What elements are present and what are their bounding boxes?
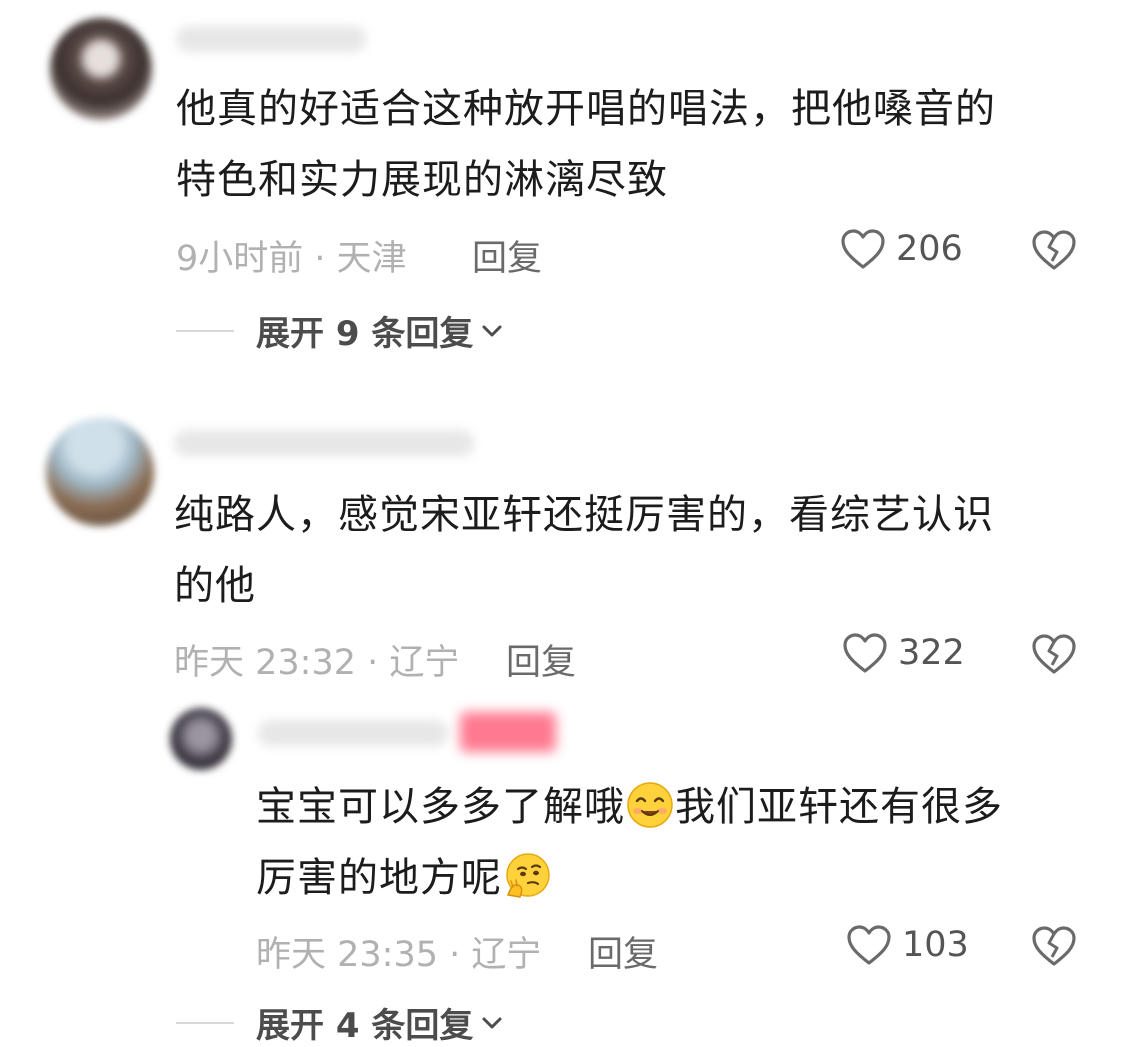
expand-replies-button[interactable]: 展开 4 条回复 bbox=[176, 998, 503, 1047]
reply-text-segment: 我们亚轩还有很多 bbox=[675, 784, 1003, 830]
reply-meta: 昨天 23:35 · 辽宁 bbox=[256, 935, 542, 975]
reply-button[interactable]: 回复 bbox=[588, 926, 658, 977]
broken-heart-icon[interactable] bbox=[1030, 632, 1078, 676]
reply-text-line: 厉害的地方呢 bbox=[256, 843, 1003, 914]
reply-text-line: 宝宝可以多多了解哦 我们亚轩还有很多 bbox=[256, 772, 1003, 843]
divider bbox=[176, 329, 234, 332]
divider bbox=[176, 1021, 234, 1024]
broken-heart-icon[interactable] bbox=[1030, 924, 1078, 968]
comment-text-line: 他真的好适合这种放开唱的唱法，把他嗓音的 bbox=[176, 86, 996, 132]
smiling-face-icon bbox=[627, 782, 673, 828]
like-count: 206 bbox=[896, 229, 963, 269]
comment-meta: 9小时前 · 天津 bbox=[176, 239, 407, 279]
like-button[interactable]: 206 bbox=[840, 228, 963, 270]
expand-replies-label: 展开 4 条回复 bbox=[256, 1006, 474, 1046]
heart-outline-icon bbox=[847, 925, 891, 965]
reply-text-segment: 宝宝可以多多了解哦 bbox=[256, 784, 625, 830]
reply-text-segment: 厉害的地方呢 bbox=[256, 855, 502, 901]
heart-outline-icon bbox=[841, 229, 885, 269]
expand-replies-button[interactable]: 展开 9 条回复 bbox=[176, 306, 503, 355]
like-count: 322 bbox=[898, 633, 965, 673]
heart-outline-icon bbox=[843, 633, 887, 673]
reply-text: 宝宝可以多多了解哦 我们亚轩还有很多 厉害的地方呢 bbox=[256, 772, 1003, 914]
like-button[interactable]: 322 bbox=[842, 632, 965, 674]
chevron-down-icon bbox=[482, 1017, 502, 1028]
like-button[interactable]: 103 bbox=[846, 924, 969, 966]
comment-text: 他真的好适合这种放开唱的唱法，把他嗓音的 特色和实力展现的淋漓尽致 bbox=[176, 74, 996, 216]
author-badge-blurred bbox=[460, 712, 556, 752]
broken-heart-icon[interactable] bbox=[1030, 228, 1078, 272]
comment-text-line: 特色和实力展现的淋漓尽致 bbox=[176, 157, 668, 203]
comment-text: 纯路人，感觉宋亚轩还挺厉害的，看综艺认识 的他 bbox=[174, 480, 994, 622]
reply-button[interactable]: 回复 bbox=[472, 230, 542, 281]
like-count: 103 bbox=[902, 925, 969, 965]
comment-meta: 昨天 23:32 · 辽宁 bbox=[174, 643, 460, 683]
thinking-sly-face-icon bbox=[506, 853, 550, 898]
expand-replies-label: 展开 9 条回复 bbox=[256, 314, 474, 354]
username-blurred[interactable] bbox=[258, 720, 448, 746]
avatar[interactable] bbox=[50, 18, 152, 120]
comment-text-line: 的他 bbox=[174, 563, 256, 609]
chevron-down-icon bbox=[482, 325, 502, 336]
reply-button[interactable]: 回复 bbox=[506, 634, 576, 685]
username-blurred[interactable] bbox=[176, 26, 366, 52]
avatar[interactable] bbox=[46, 418, 154, 526]
comment-text-line: 纯路人，感觉宋亚轩还挺厉害的，看综艺认识 bbox=[174, 492, 994, 538]
avatar[interactable] bbox=[170, 708, 232, 770]
username-blurred[interactable] bbox=[174, 430, 474, 456]
